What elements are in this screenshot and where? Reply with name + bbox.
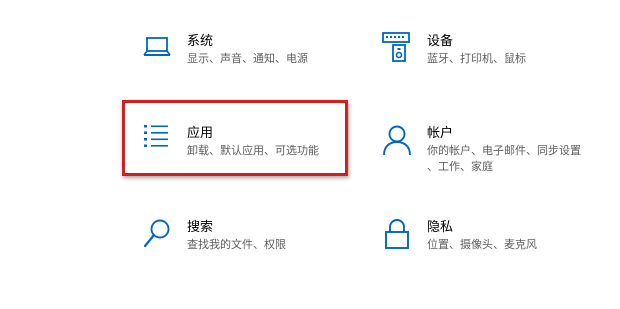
tile-system[interactable]: 系统 显示、声音、通知、电源: [140, 30, 340, 76]
keyboard-icon: [382, 32, 410, 62]
highlight-box: [122, 100, 348, 176]
search-icon: [143, 219, 170, 248]
lock-icon: [385, 219, 409, 249]
tile-description: 显示、声音、通知、电源: [187, 52, 308, 65]
person-icon: [383, 125, 411, 156]
tile-description-line2: 、工作、家庭: [427, 160, 493, 173]
tile-devices[interactable]: 设备 蓝牙、打印机、鼠标: [380, 30, 600, 76]
tile-title: 帐户: [427, 126, 454, 141]
tile-description: 位置、摄像头、麦克风: [427, 238, 537, 251]
tile-title: 设备: [427, 34, 454, 49]
tile-description: 查找我的文件、权限: [187, 238, 286, 251]
tile-description: 你的帐户、电子邮件、同步设置: [427, 144, 581, 157]
tile-description: 蓝牙、打印机、鼠标: [427, 52, 526, 65]
laptop-icon: [143, 37, 171, 56]
tile-search[interactable]: 搜索 查找我的文件、权限: [140, 215, 340, 261]
tile-title: 系统: [187, 34, 214, 49]
tile-accounts[interactable]: 帐户 你的帐户、电子邮件、同步设置 、工作、家庭: [380, 120, 605, 178]
tile-privacy[interactable]: 隐私 位置、摄像头、麦克风: [380, 215, 600, 261]
tile-title: 隐私: [427, 220, 454, 235]
tile-title: 搜索: [187, 220, 214, 235]
